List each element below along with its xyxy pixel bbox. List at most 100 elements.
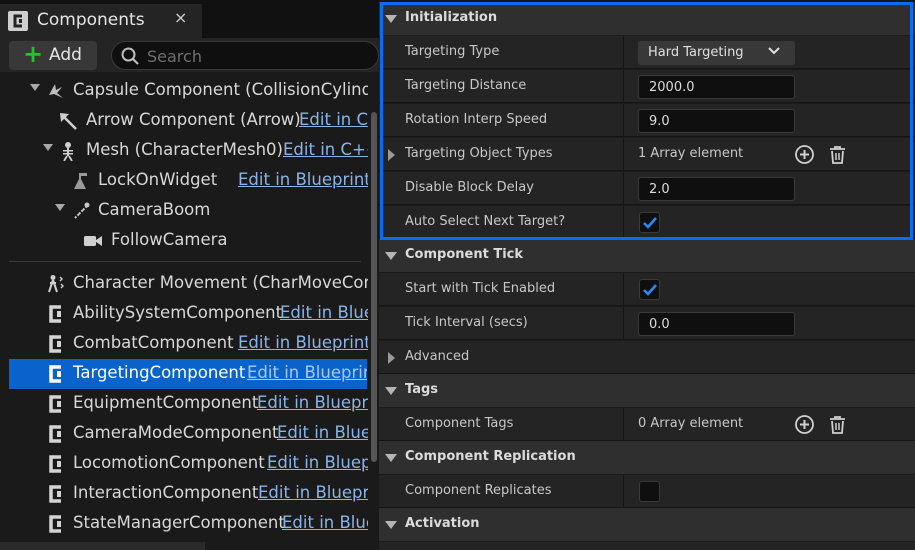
category-component-replication[interactable]: Component Replication xyxy=(379,441,915,474)
trash-icon[interactable] xyxy=(827,144,848,165)
tree-row-mesh[interactable]: Mesh (CharacterMesh0) Edit in C++ xyxy=(0,136,368,166)
tree-row-interaction[interactable]: InteractionComponent Edit in Blueprint xyxy=(0,479,368,509)
collapse-arrow-icon[interactable] xyxy=(385,454,397,462)
collapse-arrow-icon[interactable] xyxy=(385,521,397,529)
trash-icon[interactable] xyxy=(827,414,848,435)
add-label: Add xyxy=(49,45,82,65)
tree-row-equipment[interactable]: EquipmentComponent Edit in Blueprint xyxy=(0,389,368,419)
tab-strip: Components × xyxy=(0,0,379,38)
collapse-arrow-icon[interactable] xyxy=(385,387,397,395)
edit-in-cpp-link[interactable]: Edit in C++ xyxy=(283,140,368,159)
field-value: 2000.0 xyxy=(649,80,695,95)
tree-row-lockonwidget[interactable]: LockOnWidget Edit in Blueprint xyxy=(0,166,368,196)
edit-in-blueprint-link[interactable]: Edit in Blueprint xyxy=(277,423,368,442)
prop-label: Tick Interval (secs) xyxy=(405,315,528,330)
tree-row-capsule[interactable]: Capsule Component (CollisionCylinder) xyxy=(0,76,368,106)
add-component-button[interactable]: + Add xyxy=(9,40,97,70)
component-tree: Capsule Component (CollisionCylinder) Ar… xyxy=(0,76,368,546)
category-title: Component Replication xyxy=(405,449,576,464)
tree-item-label: CombatComponent xyxy=(73,333,234,352)
tree-item-label: EquipmentComponent xyxy=(73,393,259,412)
close-icon[interactable]: × xyxy=(174,8,187,27)
edit-in-cpp-link[interactable]: Edit in C++ xyxy=(299,110,368,129)
auto-select-checkbox[interactable] xyxy=(639,212,660,233)
edit-in-blueprint-link[interactable]: Edit in Blueprint xyxy=(282,513,368,532)
column-divider xyxy=(623,273,624,306)
column-divider xyxy=(623,104,624,137)
tree-row-cameraboom[interactable]: CameraBoom xyxy=(0,196,368,226)
search-box[interactable] xyxy=(111,41,379,70)
expand-arrow-icon[interactable] xyxy=(388,352,395,364)
disable-block-delay-input[interactable]: 2.0 xyxy=(638,177,795,201)
expand-arrow-icon[interactable] xyxy=(388,149,395,161)
search-input[interactable] xyxy=(147,45,372,67)
edit-in-blueprint-link[interactable]: Edit in Blueprint xyxy=(267,453,368,472)
column-divider xyxy=(623,138,624,171)
components-panel: Components × + Add Capsule Component (Co… xyxy=(0,0,379,550)
tree-row-combat[interactable]: CombatComponent Edit in Blueprint xyxy=(0,329,368,359)
tree-row-followcamera[interactable]: FollowCamera xyxy=(0,226,368,256)
category-tags[interactable]: Tags xyxy=(379,374,915,407)
checkmark-icon xyxy=(643,284,657,296)
collapse-arrow-icon[interactable] xyxy=(30,84,40,91)
prop-label: Rotation Interp Speed xyxy=(405,112,548,127)
edit-in-blueprint-link[interactable]: Edit in Blueprint xyxy=(247,363,367,382)
category-activation[interactable]: Activation xyxy=(379,508,915,541)
tree-row-statemanager[interactable]: StateManagerComponent Edit in Blueprint xyxy=(0,509,368,539)
skeleton-mesh-icon xyxy=(63,142,73,161)
array-count: 1 Array element xyxy=(638,146,744,161)
rotation-interp-input[interactable]: 9.0 xyxy=(638,109,795,133)
tree-row-targeting-selected[interactable]: TargetingComponent Edit in Blueprint xyxy=(9,359,367,389)
tree-item-label: Arrow Component (Arrow) xyxy=(86,110,301,129)
prop-label: Component Replicates xyxy=(405,483,552,498)
tree-item-label: CameraModeComponent xyxy=(73,423,279,442)
tree-item-label: AbilitySystemComponent xyxy=(73,303,283,322)
targeting-distance-input[interactable]: 2000.0 xyxy=(638,75,795,99)
edit-in-blueprint-link[interactable]: Edit in Blueprint xyxy=(258,483,368,502)
edit-in-blueprint-link[interactable]: Edit in Blueprint xyxy=(280,303,368,322)
components-logo-icon xyxy=(8,11,28,31)
add-element-icon[interactable] xyxy=(794,144,815,165)
category-initialization[interactable]: Initialization xyxy=(379,2,915,35)
start-tick-checkbox[interactable] xyxy=(639,279,660,300)
collapse-arrow-icon[interactable] xyxy=(385,252,397,260)
prop-label: Advanced xyxy=(405,349,470,364)
prop-label: Targeting Type xyxy=(405,44,500,59)
arrow-component-icon xyxy=(60,113,77,130)
tree-row-cameramode[interactable]: CameraModeComponent Edit in Blueprint xyxy=(0,419,368,449)
collapse-arrow-icon[interactable] xyxy=(385,15,397,23)
tree-separator xyxy=(9,261,361,262)
prop-targeting-distance: Targeting Distance 2000.0 xyxy=(379,69,915,103)
collapse-arrow-icon[interactable] xyxy=(55,204,65,211)
field-value: 9.0 xyxy=(649,114,670,129)
prop-advanced[interactable]: Advanced xyxy=(379,340,915,373)
targeting-type-dropdown[interactable]: Hard Targeting xyxy=(638,41,795,65)
cpp-component-icon xyxy=(49,335,61,353)
tick-interval-input[interactable]: 0.0 xyxy=(638,312,795,336)
checkmark-icon xyxy=(643,217,657,229)
chevron-down-icon xyxy=(768,47,780,55)
prop-component-tags: Component Tags 0 Array element xyxy=(379,407,915,441)
replicates-checkbox[interactable] xyxy=(639,481,660,502)
prop-partial-row xyxy=(379,541,915,550)
cpp-component-icon xyxy=(49,485,61,503)
add-element-icon[interactable] xyxy=(794,414,815,435)
edit-in-blueprint-link[interactable]: Edit in Blueprint xyxy=(257,393,368,412)
tree-scrollbar[interactable] xyxy=(371,112,377,462)
prop-targeting-type: Targeting Type Hard Targeting xyxy=(379,35,915,69)
cpp-component-icon xyxy=(49,515,61,533)
edit-in-blueprint-link[interactable]: Edit in Blueprint xyxy=(238,333,368,352)
tree-row-charactermovement[interactable]: Character Movement (CharMoveComp) xyxy=(0,269,368,299)
prop-rotation-interp-speed: Rotation Interp Speed 9.0 xyxy=(379,103,915,137)
tree-row-arrow[interactable]: Arrow Component (Arrow) Edit in C++ xyxy=(0,106,368,136)
tree-row-abilitysystem[interactable]: AbilitySystemComponent Edit in Blueprint xyxy=(0,299,368,329)
edit-in-blueprint-link[interactable]: Edit in Blueprint xyxy=(238,170,368,189)
character-movement-icon xyxy=(48,275,64,293)
category-component-tick[interactable]: Component Tick xyxy=(379,239,915,272)
camera-icon xyxy=(84,236,102,246)
cpp-component-icon xyxy=(49,425,61,443)
tree-row-locomotion[interactable]: LocomotionComponent Edit in Blueprint xyxy=(0,449,368,479)
tab-components[interactable]: Components × xyxy=(0,4,202,38)
collapse-arrow-icon[interactable] xyxy=(43,144,53,151)
column-divider xyxy=(623,70,624,103)
